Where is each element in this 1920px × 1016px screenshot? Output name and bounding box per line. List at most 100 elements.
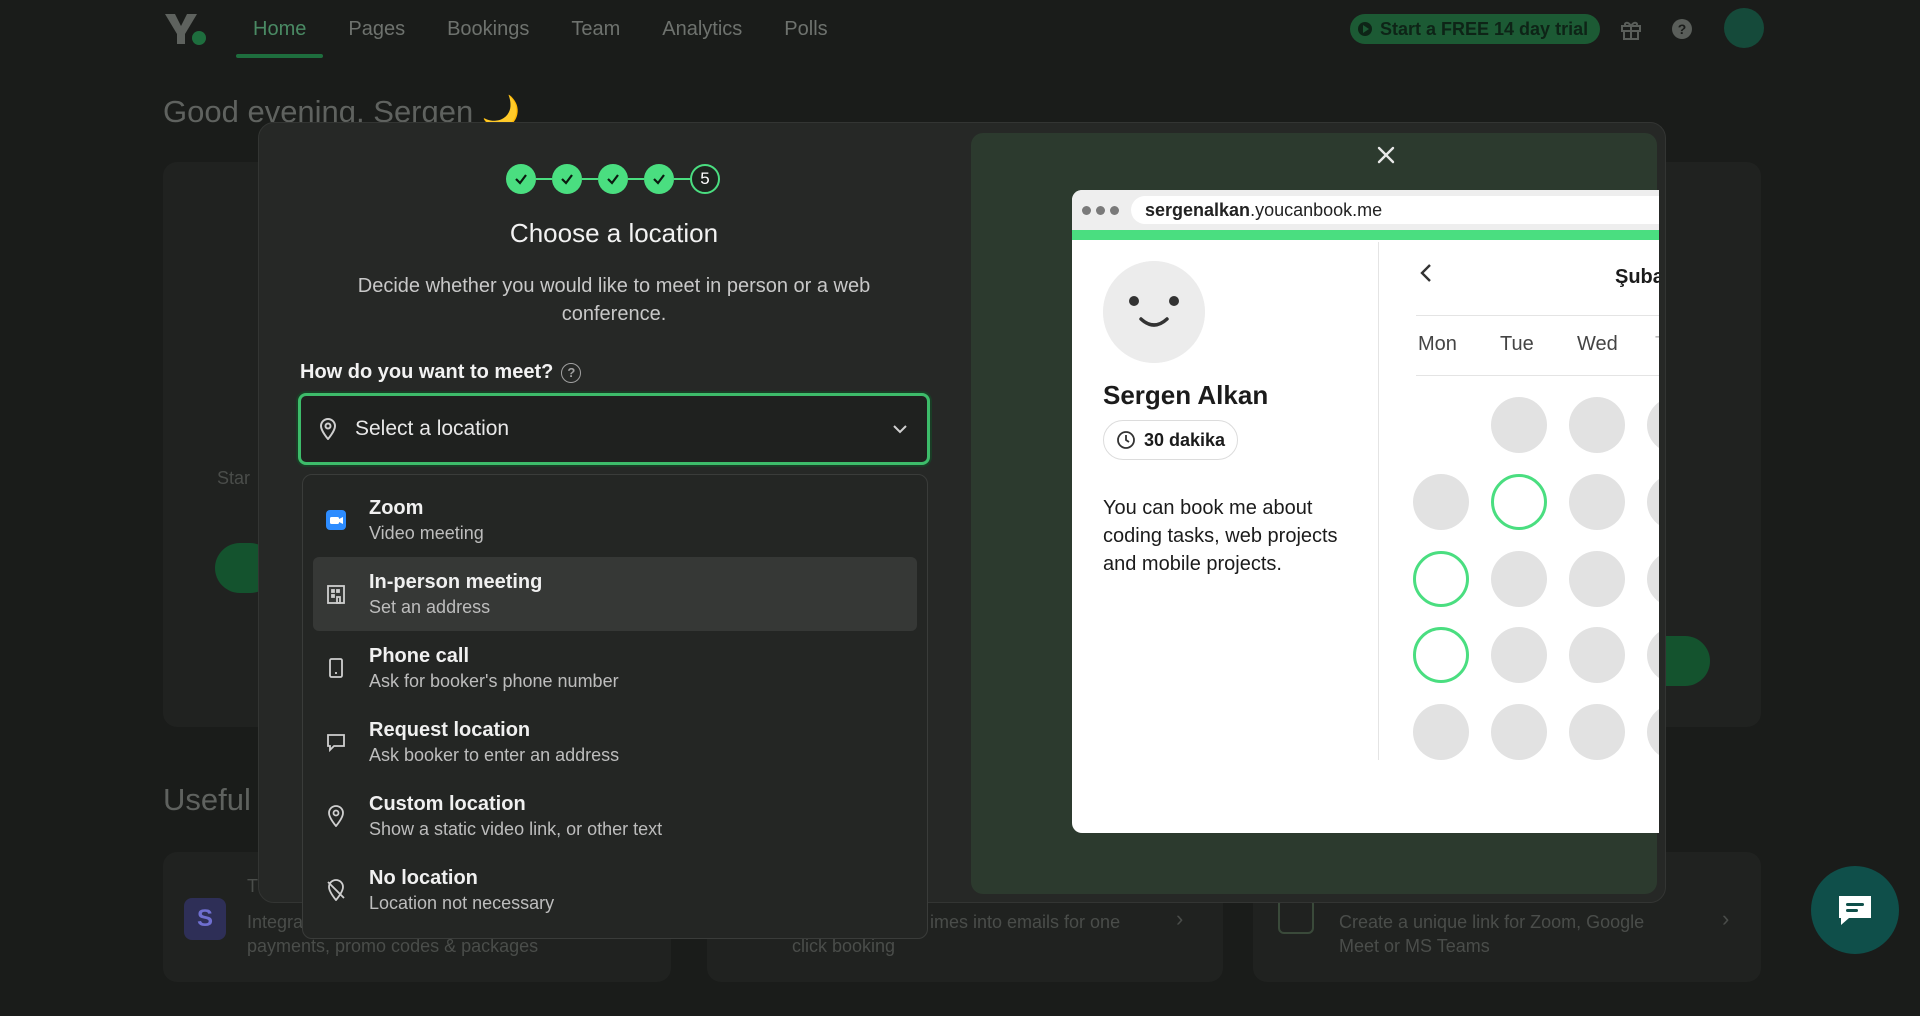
free-trial-button[interactable]: Start a FREE 14 day trial xyxy=(1350,14,1601,44)
day-thu: T xyxy=(1655,333,1659,356)
modal-title: Choose a location xyxy=(509,218,719,248)
chevron-right-icon: › xyxy=(1722,906,1730,931)
preview-divider xyxy=(1378,242,1379,760)
question-mark-icon[interactable]: ? xyxy=(561,362,582,383)
calendar-slot[interactable] xyxy=(1569,551,1625,607)
calendar-slot[interactable] xyxy=(1569,397,1625,453)
nav-tabs: Home Pages Bookings Team Analytics Polls xyxy=(232,0,849,58)
location-option-zoom[interactable]: Zoom Video meeting xyxy=(313,483,917,557)
calendar-slot-available[interactable] xyxy=(1413,627,1469,683)
option-description: Ask booker to enter an address xyxy=(369,745,620,765)
step-3-complete xyxy=(598,164,628,194)
day-mon: Mon xyxy=(1418,333,1457,355)
brand-strip xyxy=(1072,230,1659,240)
user-avatar[interactable] xyxy=(1724,8,1764,48)
top-nav: Home Pages Bookings Team Analytics Polls… xyxy=(0,0,1920,58)
tile3-line2: Meet or MS Teams xyxy=(1339,936,1490,956)
calendar-slot[interactable] xyxy=(1491,627,1547,683)
tile2-line1: imes into emails for one xyxy=(930,912,1121,932)
window-dots xyxy=(1082,205,1119,215)
tile1-title: T xyxy=(247,876,258,896)
calendar-slot[interactable] xyxy=(1569,474,1625,530)
calendar-slot[interactable] xyxy=(1491,397,1547,453)
option-title: Zoom xyxy=(369,497,424,519)
nav-tab-analytics[interactable]: Analytics xyxy=(641,0,763,58)
youcanbook-logo[interactable] xyxy=(163,12,207,46)
profile-column: Sergen Alkan 30 dakika You can book me a… xyxy=(1072,240,1378,833)
calendar-slot[interactable] xyxy=(1647,474,1659,530)
calendar-slot[interactable] xyxy=(1491,704,1547,760)
calendar-slot[interactable] xyxy=(1647,704,1659,760)
tile1-line2: payments, promo codes & packages xyxy=(247,936,539,956)
nav-tab-bookings[interactable]: Bookings xyxy=(426,0,550,58)
day-wed: Wed xyxy=(1577,333,1618,355)
location-option-phone[interactable]: Phone call Ask for booker's phone number xyxy=(313,631,917,705)
tile3-line1: Create a unique link for Zoom, Google xyxy=(1339,912,1645,932)
day-tue: Tue xyxy=(1500,333,1534,355)
calendar-slot-available[interactable] xyxy=(1413,551,1469,607)
calendar-slot[interactable] xyxy=(1647,627,1659,683)
map-pin-off-icon xyxy=(327,879,345,901)
location-option-custom[interactable]: Custom location Show a static video link… xyxy=(313,779,917,853)
tile2-line2: click booking xyxy=(792,936,896,956)
calendar-rule xyxy=(1416,375,1659,376)
zoom-icon xyxy=(326,510,346,530)
smiley-avatar-icon xyxy=(1103,261,1205,363)
map-pin-icon xyxy=(328,805,344,827)
calendar-slot[interactable] xyxy=(1491,551,1547,607)
check-icon xyxy=(561,174,573,185)
url-domain: .youcanbook.me xyxy=(1250,199,1383,220)
chat-icon xyxy=(1839,896,1871,925)
meeting-type-label: How do you want to meet? ? xyxy=(300,361,582,384)
chevron-down-icon xyxy=(893,425,907,434)
help-icon[interactable]: ? xyxy=(1671,18,1693,40)
nav-tab-team[interactable]: Team xyxy=(550,0,641,58)
option-description: Set an address xyxy=(369,597,491,617)
chevron-left-icon[interactable] xyxy=(1418,262,1434,284)
check-icon xyxy=(607,174,619,185)
location-option-request[interactable]: Request location Ask booker to enter an … xyxy=(313,705,917,779)
gift-icon[interactable] xyxy=(1620,18,1642,40)
video-icon xyxy=(1278,898,1314,934)
location-option-in-person[interactable]: In-person meeting Set an address xyxy=(313,557,917,631)
option-title: No location xyxy=(369,867,478,889)
calendar-slot[interactable] xyxy=(1569,704,1625,760)
calendar-slot[interactable] xyxy=(1647,551,1659,607)
nav-tab-pages[interactable]: Pages xyxy=(327,0,426,58)
clock-icon xyxy=(1117,431,1135,449)
preview-url: sergenalkan .youcanbook.me xyxy=(1131,196,1659,224)
chat-launcher-button[interactable] xyxy=(1811,866,1899,954)
calendar-slot[interactable] xyxy=(1413,474,1469,530)
close-modal-button[interactable] xyxy=(1368,137,1404,173)
duration-badge: 30 dakika xyxy=(1103,420,1239,460)
chat-bubble-icon xyxy=(327,734,345,753)
step-4-complete xyxy=(644,164,674,194)
option-title: Custom location xyxy=(369,793,526,815)
check-icon xyxy=(653,174,665,185)
calendar-slot[interactable] xyxy=(1569,627,1625,683)
close-icon xyxy=(1377,146,1395,164)
useful-heading: Useful xyxy=(163,782,251,817)
stripe-icon: S xyxy=(184,898,226,940)
step-2-complete xyxy=(552,164,582,194)
progress-stepper: 5 xyxy=(506,164,720,194)
card-text-fragment: Star xyxy=(217,468,251,488)
calendar-slot[interactable] xyxy=(1413,704,1469,760)
browser-bar: sergenalkan .youcanbook.me xyxy=(1072,190,1659,230)
nav-tab-home[interactable]: Home xyxy=(232,0,327,58)
calendar-slot[interactable] xyxy=(1647,397,1659,453)
option-title: In-person meeting xyxy=(369,571,543,593)
free-trial-label: Start a FREE 14 day trial xyxy=(1380,18,1589,39)
map-pin-icon xyxy=(319,418,337,440)
option-description: Show a static video link, or other text xyxy=(369,819,663,839)
building-icon xyxy=(327,585,345,604)
check-icon xyxy=(515,174,527,185)
meeting-type-label-text: How do you want to meet? xyxy=(300,361,554,383)
booking-page-preview: sergenalkan .youcanbook.me Sergen Alkan 3… xyxy=(1072,190,1659,833)
calendar-month: Şuba xyxy=(1615,266,1659,288)
location-option-none[interactable]: No location Location not necessary xyxy=(313,853,917,927)
nav-tab-polls[interactable]: Polls xyxy=(763,0,848,58)
calendar-slot-available[interactable] xyxy=(1491,474,1547,530)
location-select[interactable]: Select a location xyxy=(298,393,930,465)
location-dropdown: Zoom Video meeting In-person meeting Set… xyxy=(302,474,928,939)
